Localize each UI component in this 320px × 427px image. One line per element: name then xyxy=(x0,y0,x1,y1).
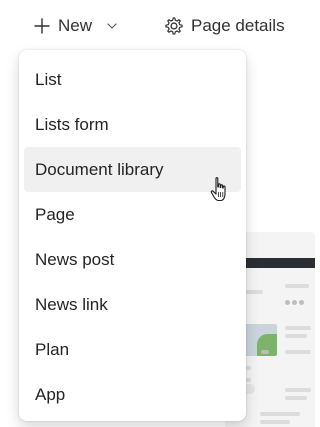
menu-item-document-library[interactable]: Document library xyxy=(24,147,241,192)
menu-item-news-link[interactable]: News link xyxy=(24,282,241,327)
page-details-label: Page details xyxy=(191,16,285,35)
new-dropdown-menu: List Lists form Document library Page Ne… xyxy=(19,50,246,421)
page-preview-thumbnail-2 xyxy=(248,402,311,427)
menu-item-page[interactable]: Page xyxy=(24,192,241,237)
menu-item-news-post[interactable]: News post xyxy=(24,237,241,282)
menu-item-lists-form[interactable]: Lists form xyxy=(24,102,241,147)
new-button-label: New xyxy=(58,16,93,35)
menu-item-app[interactable]: App xyxy=(24,372,241,417)
gear-icon xyxy=(165,17,183,35)
command-bar: New Page details xyxy=(0,0,311,50)
chevron-down-icon xyxy=(107,23,117,29)
menu-item-list[interactable]: List xyxy=(24,57,241,102)
plus-icon xyxy=(34,18,50,34)
page-details-button[interactable]: Page details xyxy=(163,12,285,40)
menu-item-plan[interactable]: Plan xyxy=(24,327,241,372)
new-button[interactable]: New xyxy=(32,12,118,40)
